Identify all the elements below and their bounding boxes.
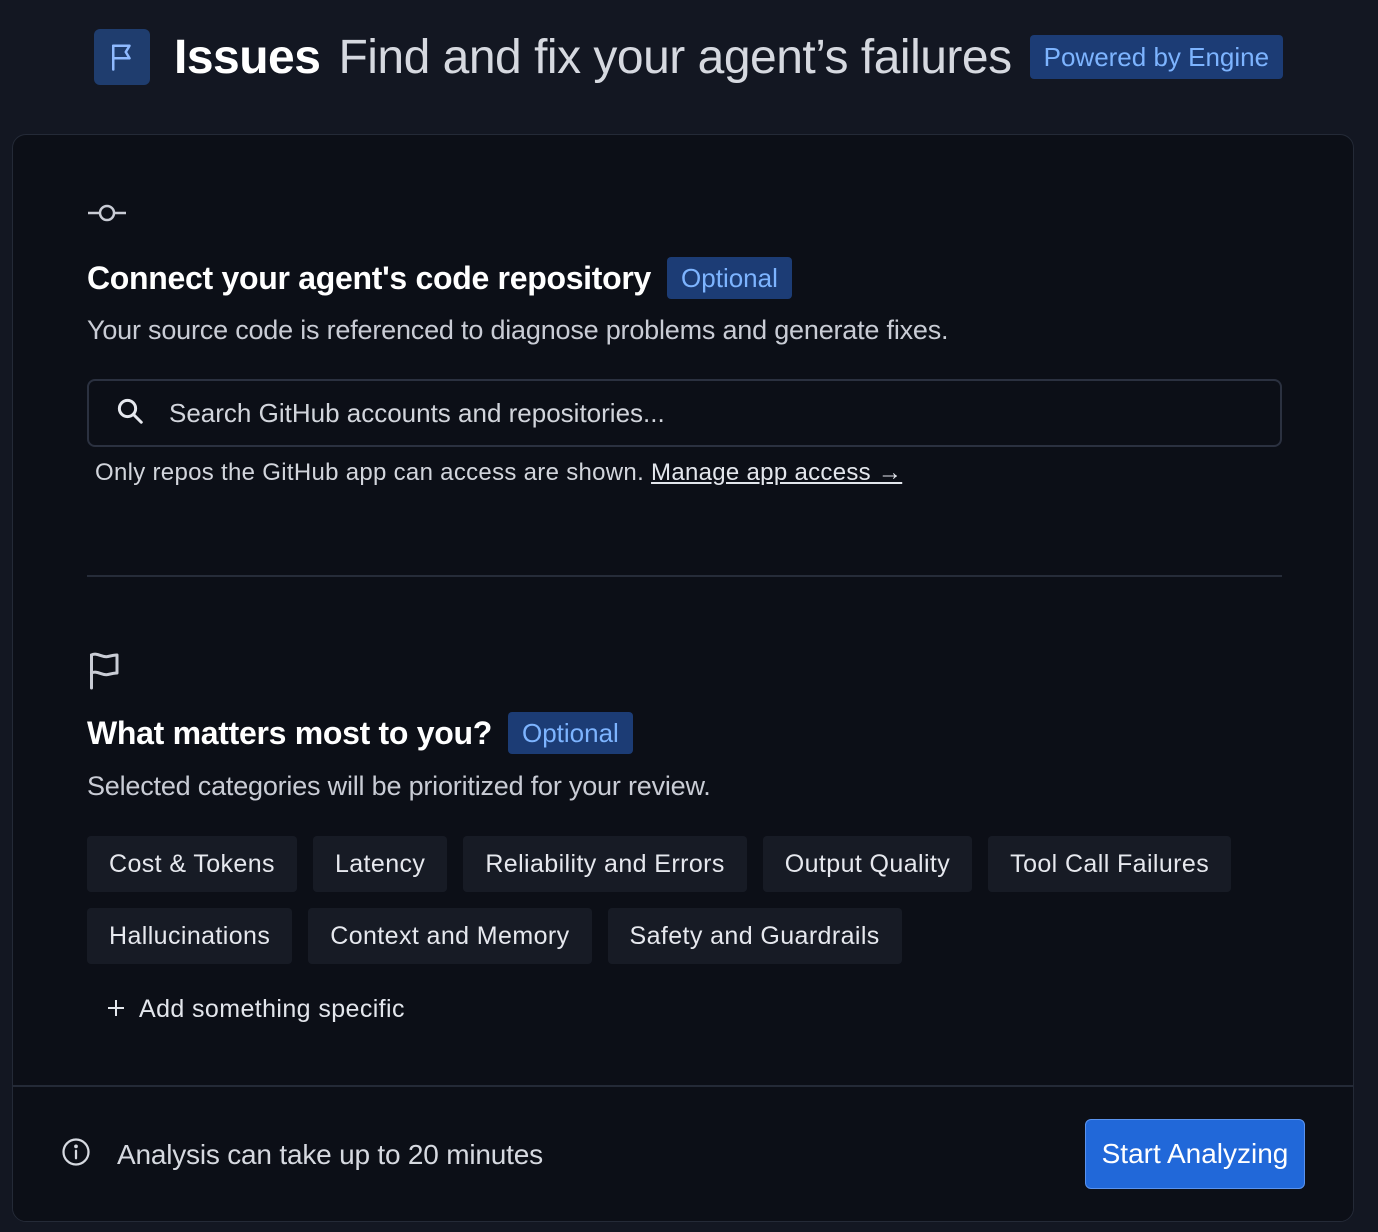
- card-footer: Analysis can take up to 20 minutes Start…: [13, 1085, 1353, 1221]
- category-chips: Cost & Tokens Latency Reliability and Er…: [87, 836, 1282, 980]
- plus-icon: [107, 995, 125, 1024]
- page-header: Issues Find and fix your agent’s failure…: [94, 28, 1284, 86]
- repo-title-row: Connect your agent's code repository Opt…: [87, 257, 792, 299]
- page-title: Issues: [174, 30, 321, 84]
- repo-section: Connect your agent's code repository Opt…: [87, 195, 1282, 495]
- git-commit-icon: [87, 199, 127, 232]
- section-divider: [87, 575, 1282, 577]
- repo-access-note: Only repos the GitHub app can access are…: [95, 459, 902, 487]
- category-chip-reliability-errors[interactable]: Reliability and Errors: [463, 836, 747, 892]
- category-chip-cost-tokens[interactable]: Cost & Tokens: [87, 836, 297, 892]
- add-something-specific-label: Add something specific: [139, 995, 405, 1023]
- page-subtitle: Find and fix your agent’s failures: [338, 30, 1012, 84]
- category-chip-latency[interactable]: Latency: [312, 836, 448, 892]
- repo-search-input[interactable]: [169, 397, 1249, 429]
- flag-icon: [94, 29, 150, 85]
- category-chip-safety-guardrails[interactable]: Safety and Guardrails: [607, 908, 902, 964]
- category-chip-tool-call-failures[interactable]: Tool Call Failures: [988, 836, 1232, 892]
- category-chip-output-quality[interactable]: Output Quality: [762, 836, 973, 892]
- optional-badge: Optional: [507, 712, 633, 754]
- repo-section-description: Your source code is referenced to diagno…: [87, 315, 949, 345]
- priorities-section-description: Selected categories will be prioritized …: [87, 771, 711, 801]
- category-chip-hallucinations[interactable]: Hallucinations: [87, 908, 293, 964]
- analysis-info: Analysis can take up to 20 minutes: [61, 1137, 543, 1172]
- category-chip-context-memory[interactable]: Context and Memory: [308, 908, 592, 964]
- priorities-section-title: What matters most to you?: [87, 714, 492, 751]
- analysis-duration-text: Analysis can take up to 20 minutes: [117, 1138, 543, 1170]
- add-something-specific-button[interactable]: Add something specific: [107, 995, 405, 1024]
- category-row-1: Cost & Tokens Latency Reliability and Er…: [87, 836, 1282, 892]
- info-icon: [61, 1137, 91, 1172]
- start-analyzing-button[interactable]: Start Analyzing: [1085, 1119, 1305, 1189]
- repo-search-box[interactable]: [87, 379, 1282, 447]
- category-row-2: Hallucinations Context and Memory Safety…: [87, 908, 1282, 964]
- powered-by-badge: Powered by Engine: [1029, 35, 1284, 79]
- priorities-section: What matters most to you? Optional Selec…: [87, 650, 1282, 810]
- manage-app-access-link[interactable]: Manage app access →: [651, 459, 902, 486]
- setup-card: Connect your agent's code repository Opt…: [12, 134, 1354, 1222]
- search-icon: [115, 396, 145, 431]
- optional-badge: Optional: [667, 257, 792, 299]
- repo-note-text: Only repos the GitHub app can access are…: [95, 459, 645, 486]
- priorities-title-row: What matters most to you? Optional: [87, 712, 633, 754]
- flag-icon: [87, 650, 123, 695]
- repo-section-title: Connect your agent's code repository: [87, 259, 652, 296]
